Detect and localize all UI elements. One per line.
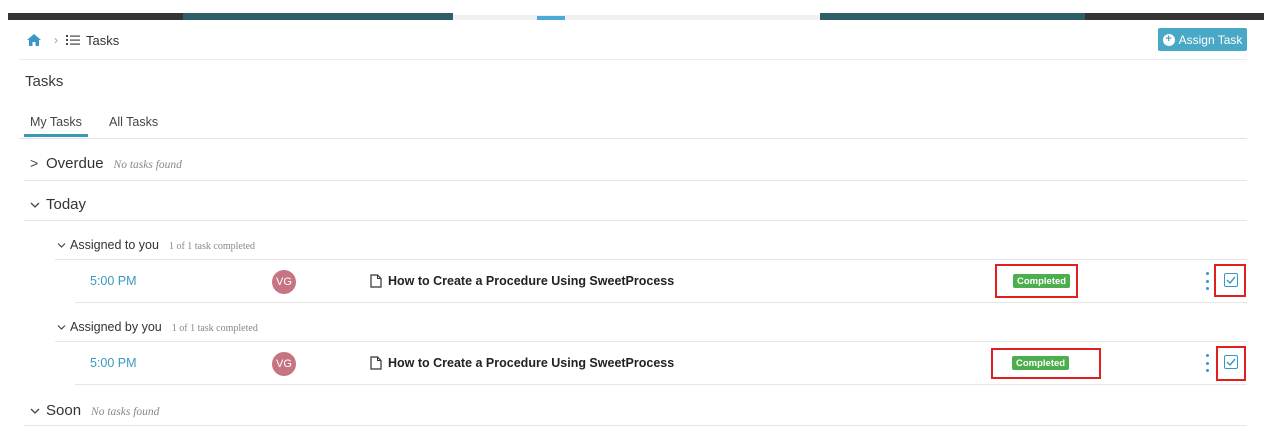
tab-all-tasks[interactable]: All Tasks	[109, 115, 158, 129]
group-progress-note: 1 of 1 task completed	[171, 323, 258, 334]
task-title-link[interactable]: How to Create a Procedure Using SweetPro…	[388, 274, 674, 288]
tab-my-tasks[interactable]: My Tasks	[30, 115, 82, 129]
assign-task-label: Assign Task	[1178, 32, 1243, 47]
highlight-box	[1214, 264, 1246, 297]
chevron-down-icon	[30, 402, 40, 418]
section-empty-note: No tasks found	[113, 159, 182, 171]
home-icon[interactable]	[26, 33, 42, 47]
task-time: 5:00 PM	[90, 356, 137, 370]
tasks-list-icon	[66, 33, 82, 47]
banner-segment	[8, 13, 183, 20]
divider	[75, 302, 1247, 303]
divider	[19, 59, 1247, 60]
divider	[24, 180, 1247, 181]
kebab-menu-icon[interactable]	[1204, 272, 1210, 290]
top-banner-strip	[0, 0, 1264, 20]
section-title: Overdue	[46, 155, 104, 172]
highlight-box	[995, 264, 1078, 298]
avatar: VG	[272, 270, 296, 294]
section-overdue[interactable]: > Overdue No tasks found	[30, 155, 182, 172]
divider	[55, 341, 1247, 342]
breadcrumb: › Tasks	[26, 30, 119, 50]
chevron-down-icon	[57, 240, 66, 252]
banner-segment	[820, 13, 1085, 20]
section-title: Soon	[46, 402, 82, 419]
banner-segment	[183, 13, 453, 20]
chevron-down-icon	[30, 196, 40, 212]
chevron-down-icon	[57, 322, 66, 334]
task-time: 5:00 PM	[90, 274, 137, 288]
active-tab-indicator	[24, 134, 88, 137]
divider	[19, 138, 1247, 139]
group-progress-note: 1 of 1 task completed	[168, 241, 256, 252]
breadcrumb-current: Tasks	[86, 32, 120, 48]
task-title-link[interactable]: How to Create a Procedure Using SweetPro…	[388, 356, 674, 370]
divider	[55, 259, 1247, 260]
chevron-right-icon: ›	[54, 33, 58, 47]
kebab-menu-icon[interactable]	[1204, 354, 1210, 372]
section-empty-note: No tasks found	[91, 406, 160, 418]
chevron-right-icon: >	[30, 155, 39, 171]
banner-indicator	[537, 16, 565, 20]
document-icon	[370, 274, 382, 288]
group-assigned-to-you[interactable]: Assigned to you 1 of 1 task completed	[57, 238, 255, 252]
divider	[75, 384, 1247, 385]
plus-circle-icon: +	[1162, 33, 1175, 46]
highlight-box	[991, 348, 1101, 379]
section-today[interactable]: Today	[30, 196, 86, 213]
banner-segment	[1085, 13, 1264, 20]
group-title: Assigned to you	[70, 238, 159, 252]
group-assigned-by-you[interactable]: Assigned by you 1 of 1 task completed	[57, 320, 258, 334]
assign-task-button[interactable]: + Assign Task	[1158, 28, 1247, 51]
group-title: Assigned by you	[70, 320, 162, 334]
divider	[24, 220, 1247, 221]
divider	[24, 425, 1247, 426]
document-icon	[370, 356, 382, 370]
section-title: Today	[46, 196, 87, 213]
highlight-box	[1216, 346, 1246, 381]
page-title: Tasks	[25, 73, 64, 90]
avatar: VG	[272, 352, 296, 376]
banner-segment	[453, 15, 823, 20]
section-soon[interactable]: Soon No tasks found	[30, 402, 159, 419]
